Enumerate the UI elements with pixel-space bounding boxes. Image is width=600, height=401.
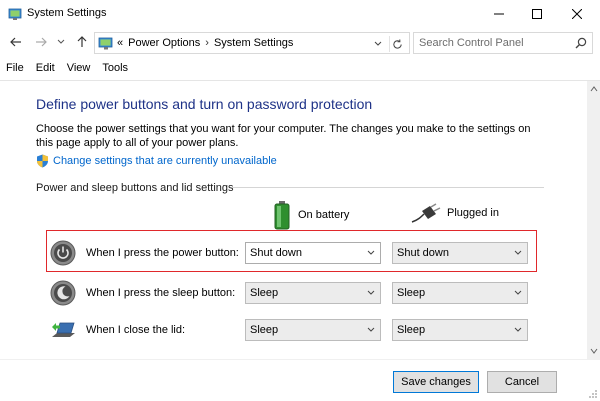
sleep-button-plugged-select[interactable]: Sleep — [392, 282, 528, 304]
section-divider — [232, 187, 544, 188]
column-header-battery: On battery — [271, 200, 349, 230]
chevron-down-icon — [367, 327, 375, 332]
arrow-right-icon — [36, 37, 47, 47]
minimize-icon — [494, 13, 504, 15]
save-changes-button[interactable]: Save changes — [393, 371, 479, 393]
chevron-down-icon — [367, 290, 375, 295]
close-button[interactable] — [560, 0, 594, 28]
scroll-down-icon[interactable] — [590, 348, 598, 354]
search-input[interactable] — [419, 35, 569, 51]
page-description: Choose the power settings that you want … — [36, 123, 531, 149]
setting-label: When I press the sleep button: — [86, 287, 236, 299]
control-panel-icon — [98, 37, 113, 50]
refresh-button[interactable] — [389, 36, 405, 52]
power-plug-icon — [411, 203, 441, 223]
search-box — [413, 32, 593, 54]
arrow-left-icon — [10, 37, 21, 47]
laptop-lid-icon — [52, 322, 75, 337]
uac-shield-icon — [37, 154, 48, 168]
scroll-up-icon[interactable] — [590, 86, 598, 92]
menu-view[interactable]: View — [67, 62, 91, 74]
search-icon[interactable] — [575, 37, 587, 49]
breadcrumb-power-options[interactable]: Power Options — [128, 37, 200, 49]
lid-battery-select[interactable]: Sleep — [245, 319, 381, 341]
minimize-button[interactable] — [482, 0, 516, 28]
change-settings-link-row: Change settings that are currently unava… — [36, 154, 277, 168]
window-title: System Settings — [27, 7, 107, 19]
sleep-button-icon — [50, 280, 76, 306]
resize-grip-icon[interactable] — [588, 389, 598, 399]
chevron-down-icon[interactable] — [373, 39, 383, 49]
battery-icon — [274, 201, 290, 230]
setting-row-sleep-button: When I press the sleep button: Sleep Sle… — [0, 276, 586, 312]
highlight-box — [46, 230, 537, 272]
control-panel-icon — [8, 8, 22, 20]
selected-value: Sleep — [250, 324, 279, 336]
selected-value: Sleep — [250, 287, 279, 299]
arrow-up-icon — [77, 36, 87, 47]
column-battery-label: On battery — [298, 209, 350, 221]
setting-label: When I close the lid: — [86, 324, 186, 336]
page-title: Define power buttons and turn on passwor… — [36, 96, 373, 112]
footer-bar: Save changes Cancel — [0, 359, 600, 401]
title-bar: System Settings — [0, 0, 600, 28]
section-title: Power and sleep buttons and lid settings — [36, 182, 234, 194]
address-bar[interactable]: « Power Options › System Settings — [94, 32, 410, 54]
breadcrumb: « Power Options › System Settings — [117, 37, 293, 49]
chevron-down-icon — [57, 39, 65, 44]
cancel-button[interactable]: Cancel — [487, 371, 557, 393]
up-button[interactable] — [74, 34, 90, 50]
recent-locations-button[interactable] — [56, 34, 66, 50]
menu-file[interactable]: File — [6, 62, 24, 74]
breadcrumb-overflow[interactable]: « — [117, 37, 123, 49]
address-row: « Power Options › System Settings — [0, 28, 600, 58]
selected-value: Sleep — [397, 287, 426, 299]
chevron-down-icon — [514, 327, 522, 332]
sleep-button-battery-select[interactable]: Sleep — [245, 282, 381, 304]
change-settings-link[interactable]: Change settings that are currently unava… — [53, 155, 277, 167]
column-header-plugged: Plugged in — [410, 203, 499, 223]
main-content: Define power buttons and turn on passwor… — [0, 81, 586, 359]
forward-button[interactable] — [33, 34, 49, 50]
breadcrumb-system-settings[interactable]: System Settings — [214, 37, 293, 49]
refresh-icon — [393, 38, 402, 49]
back-button[interactable] — [8, 34, 24, 50]
menu-edit[interactable]: Edit — [36, 62, 55, 74]
menu-bar: File Edit View Tools — [0, 58, 600, 78]
lid-plugged-select[interactable]: Sleep — [392, 319, 528, 341]
menu-tools[interactable]: Tools — [102, 62, 128, 74]
column-plugged-label: Plugged in — [447, 207, 499, 219]
maximize-icon — [532, 9, 542, 19]
maximize-button[interactable] — [520, 0, 554, 28]
close-icon — [572, 9, 582, 19]
setting-row-lid: When I close the lid: Sleep Sleep — [0, 313, 586, 349]
selected-value: Sleep — [397, 324, 426, 336]
breadcrumb-separator-icon[interactable]: › — [205, 37, 209, 49]
chevron-down-icon — [514, 290, 522, 295]
vertical-scrollbar[interactable] — [587, 81, 600, 359]
